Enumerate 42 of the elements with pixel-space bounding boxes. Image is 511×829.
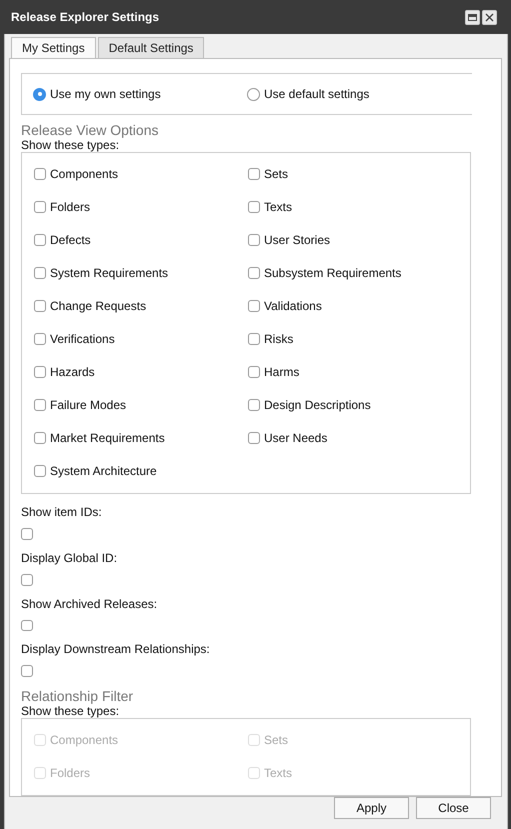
type-checkbox[interactable]: Market Requirements — [34, 421, 248, 454]
maximize-button[interactable] — [465, 10, 480, 24]
type-checkbox[interactable]: User Needs — [248, 421, 470, 454]
dialog-button[interactable]: Apply — [334, 797, 409, 819]
section-subheading: Show these types: — [21, 138, 120, 152]
setting-checkbox[interactable] — [21, 574, 33, 586]
section-subheading: Show these types: — [21, 704, 120, 718]
section-heading: Relationship Filter — [21, 689, 134, 704]
type-checkbox[interactable]: Subsystem Requirements — [248, 256, 470, 289]
type-checkbox[interactable]: Hazards — [34, 355, 248, 388]
type-checkbox[interactable]: Change Requests — [34, 289, 248, 322]
close-button[interactable] — [482, 10, 497, 24]
type-checkbox[interactable]: Texts — [248, 190, 470, 223]
setting-checkbox[interactable] — [21, 665, 33, 677]
setting-label: Display Downstream Relationships: — [21, 642, 211, 656]
maximize-icon — [468, 14, 477, 20]
section-heading: Release View Options — [21, 123, 160, 138]
tab[interactable]: Default Settings — [98, 37, 204, 58]
type-checkbox[interactable]: Verifications — [34, 322, 248, 355]
type-checkbox[interactable]: System Architecture — [34, 454, 248, 487]
setting-label: Show item IDs: — [21, 505, 103, 519]
window-title: Release Explorer Settings — [11, 10, 160, 24]
type-checkbox[interactable]: Folders — [34, 190, 248, 223]
type-checkbox[interactable]: User Stories — [248, 223, 470, 256]
dialog-button[interactable]: Close — [416, 797, 491, 819]
type-checkbox[interactable]: Components — [34, 157, 248, 190]
close-icon — [485, 12, 494, 22]
type-checkbox[interactable]: Sets — [248, 157, 470, 190]
tab[interactable]: My Settings — [11, 37, 96, 58]
radio-option[interactable]: Use default settings — [247, 87, 461, 101]
type-checkbox[interactable]: System Requirements — [34, 256, 248, 289]
type-checkbox[interactable]: Design Descriptions — [248, 388, 470, 421]
radio-option[interactable]: Use my own settings — [33, 87, 247, 101]
setting-checkbox[interactable] — [21, 620, 33, 632]
setting-label: Display Global ID: — [21, 550, 118, 565]
type-checkbox[interactable]: Harms — [248, 355, 470, 388]
type-checkbox[interactable]: Failure Modes — [34, 388, 248, 421]
type-checkbox[interactable]: Risks — [248, 322, 470, 355]
setting-checkbox[interactable] — [21, 528, 33, 540]
type-checkbox[interactable]: Defects — [34, 223, 248, 256]
setting-label: Show Archived Releases: — [21, 596, 158, 610]
type-checkbox[interactable]: Validations — [248, 289, 470, 322]
